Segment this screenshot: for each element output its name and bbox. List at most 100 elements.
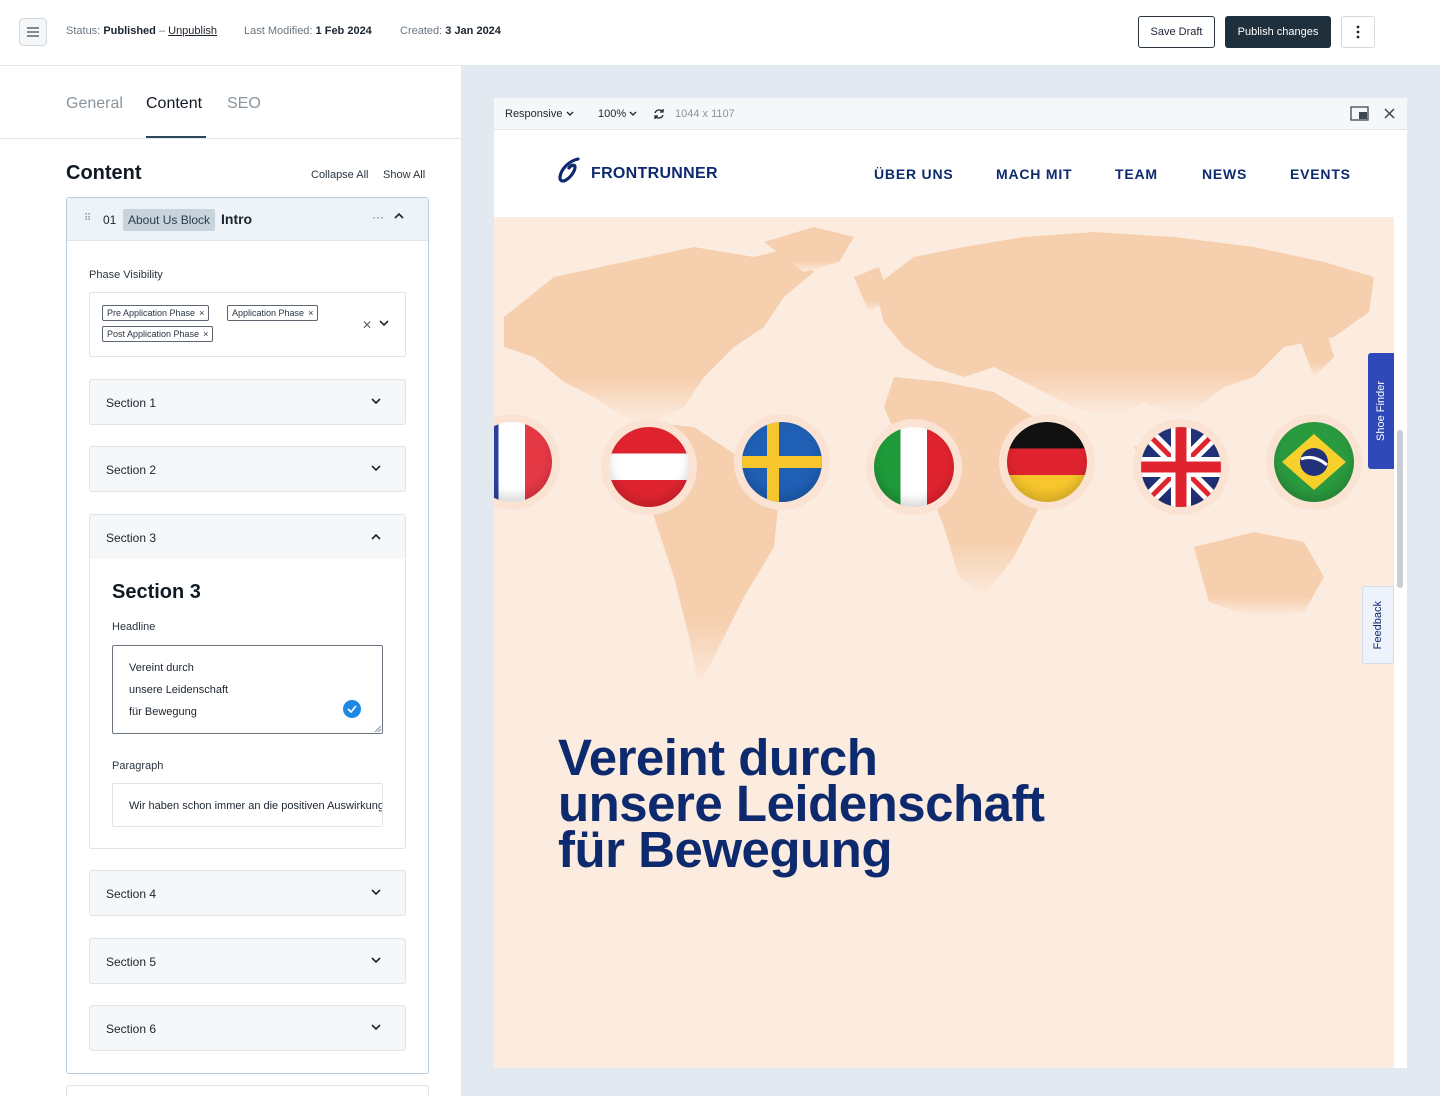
section-1-accordion[interactable]: Section 1	[89, 379, 406, 425]
next-content-block[interactable]	[66, 1085, 429, 1096]
headline-textarea[interactable]: Vereint durch unsere Leidenschaft für Be…	[112, 645, 383, 734]
chevron-up-icon	[371, 533, 381, 540]
chevron-down-icon[interactable]	[379, 320, 389, 327]
paragraph-label: Paragraph	[112, 760, 164, 772]
phase-visibility-label: Phase Visibility	[89, 269, 163, 281]
chevron-up-icon[interactable]	[394, 212, 404, 219]
clear-icon[interactable]: ✕	[362, 318, 372, 332]
phase-chip[interactable]: Pre Application Phase ×	[102, 305, 210, 321]
section-5-accordion[interactable]: Section 5	[89, 938, 406, 984]
phase-chip[interactable]: Application Phase ×	[227, 305, 319, 321]
remove-chip-icon[interactable]: ×	[203, 329, 208, 339]
status-separator: –	[158, 25, 166, 37]
vertical-dots-icon	[1356, 25, 1360, 39]
nav-item-news[interactable]: NEWS	[1202, 166, 1247, 182]
show-all-link[interactable]: Show All	[383, 169, 425, 181]
site-header: FRONTRUNNER ÜBER UNS MACH MIT TEAM NEWS …	[494, 130, 1394, 217]
remove-chip-icon[interactable]: ×	[199, 308, 204, 318]
save-draft-button[interactable]: Save Draft	[1138, 16, 1215, 48]
tab-general[interactable]: General	[66, 95, 123, 113]
last-modified-info: Last Modified: 1 Feb 2024	[244, 25, 372, 37]
shoe-finder-label: Shoe Finder	[1375, 381, 1387, 441]
status-info: Status: Published – Unpublish	[66, 25, 217, 37]
headline-line: für Bewegung	[129, 706, 197, 718]
uk-flag-icon	[1133, 419, 1229, 515]
sweden-flag-icon	[734, 414, 830, 510]
brazil-flag-icon	[1266, 414, 1362, 510]
block-menu-icon[interactable]: ···	[372, 210, 384, 224]
chevron-down-icon	[371, 398, 381, 405]
section-title: Section 2	[106, 463, 157, 477]
block-type-tag: About Us Block	[123, 209, 216, 231]
chevron-down-icon	[371, 1024, 381, 1031]
block-number: 01	[103, 213, 117, 227]
headline-line: unsere Leidenschaft	[129, 684, 229, 696]
refresh-icon[interactable]	[653, 108, 665, 120]
phase-chip-label: Pre Application Phase	[107, 308, 196, 318]
nav-item-events[interactable]: EVENTS	[1290, 166, 1351, 182]
shoe-finder-tab[interactable]: Shoe Finder	[1368, 353, 1394, 469]
responsive-select[interactable]: Responsive	[505, 108, 574, 120]
phase-chip[interactable]: Post Application Phase ×	[102, 326, 214, 342]
hero-section: Vereint durch unsere Leidenschaft für Be…	[494, 217, 1394, 1068]
section-title: Section 4	[106, 887, 157, 901]
close-icon[interactable]	[1384, 108, 1395, 119]
section-title: Section 6	[106, 1022, 157, 1036]
section-3-header[interactable]: Section 3	[90, 515, 405, 559]
more-options-button[interactable]	[1341, 16, 1375, 48]
remove-chip-icon[interactable]: ×	[308, 308, 313, 318]
nav-item-ueber-uns[interactable]: ÜBER UNS	[874, 166, 954, 182]
hero-headline: Vereint durch unsere Leidenschaft für Be…	[558, 732, 1045, 878]
drag-handle-icon[interactable]: ⠿	[84, 213, 91, 224]
paragraph-input[interactable]: Wir haben schon immer an die positiven A…	[112, 783, 383, 827]
nav-item-mach-mit[interactable]: MACH MIT	[996, 166, 1072, 182]
content-block: ⠿ 01 About Us Block Intro ··· Phase Visi…	[66, 197, 429, 1074]
tab-content[interactable]: Content	[146, 95, 202, 113]
active-tab-indicator	[146, 136, 206, 138]
italy-flag-icon	[866, 419, 962, 515]
section-4-accordion[interactable]: Section 4	[89, 870, 406, 916]
hamburger-icon	[27, 27, 39, 37]
zoom-label: 100%	[598, 108, 627, 120]
germany-flag-icon	[999, 414, 1095, 510]
publish-changes-button[interactable]: Publish changes	[1225, 16, 1331, 48]
brand-name[interactable]: FRONTRUNNER	[591, 165, 718, 183]
feedback-tab[interactable]: Feedback	[1362, 586, 1394, 664]
status-value: Published	[103, 25, 156, 37]
headline-line: Vereint durch	[129, 662, 194, 674]
site-preview: FRONTRUNNER ÜBER UNS MACH MIT TEAM NEWS …	[494, 130, 1394, 1068]
top-bar: Status: Published – Unpublish Last Modif…	[0, 0, 1440, 66]
section-6-accordion[interactable]: Section 6	[89, 1005, 406, 1051]
chevron-down-icon	[371, 957, 381, 964]
resize-handle-icon[interactable]	[374, 725, 382, 733]
austria-flag-icon	[601, 419, 697, 515]
phase-visibility-select[interactable]: Pre Application Phase × Application Phase…	[89, 292, 406, 357]
section-2-accordion[interactable]: Section 2	[89, 446, 406, 492]
section-title: Section 3	[106, 531, 157, 545]
nav-item-team[interactable]: TEAM	[1115, 166, 1158, 182]
created-value: 3 Jan 2024	[445, 25, 501, 37]
section-title: Section 5	[106, 955, 157, 969]
responsive-label: Responsive	[505, 108, 563, 120]
hamburger-menu-button[interactable]	[19, 18, 47, 46]
unpublish-link[interactable]: Unpublish	[168, 25, 217, 37]
chevron-down-icon	[629, 111, 637, 116]
last-modified-label: Last Modified:	[244, 25, 313, 37]
collapse-all-link[interactable]: Collapse All	[311, 169, 368, 181]
block-title: Intro	[221, 211, 253, 227]
block-header[interactable]: ⠿ 01 About Us Block Intro ···	[67, 198, 428, 241]
section-3-heading: Section 3	[112, 581, 201, 603]
content-heading: Content	[66, 162, 142, 184]
check-icon	[343, 700, 361, 718]
brand-logo-icon[interactable]	[557, 156, 585, 184]
preview-toolbar: Responsive 100% 1044 x 1107	[494, 98, 1407, 130]
chevron-down-icon	[371, 465, 381, 472]
hero-headline-line: für Bewegung	[558, 821, 893, 878]
zoom-select[interactable]: 100%	[598, 108, 637, 120]
maximize-icon[interactable]	[1350, 106, 1369, 121]
editor-panel: General Content SEO Content Collapse All…	[0, 66, 461, 1096]
section-3-accordion: Section 3 Section 3 Headline Vereint dur…	[89, 514, 406, 849]
preview-scrollbar[interactable]	[1397, 430, 1403, 588]
tab-seo[interactable]: SEO	[227, 95, 261, 113]
created-label: Created:	[400, 25, 443, 37]
